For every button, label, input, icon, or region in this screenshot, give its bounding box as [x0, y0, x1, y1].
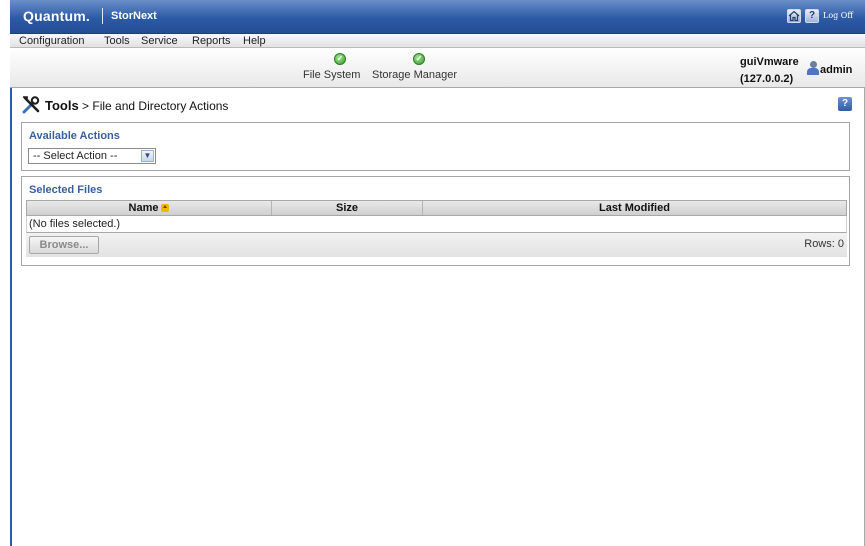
tools-icon	[21, 95, 41, 115]
host-ip: (127.0.0.2)	[740, 73, 794, 85]
tools-icon-glyph	[22, 96, 40, 114]
help-icon[interactable]: ?	[805, 9, 819, 23]
menu-tools[interactable]: Tools	[104, 35, 130, 47]
sort-ascending-icon[interactable]	[161, 204, 170, 212]
available-actions-panel: Available Actions -- Select Action -- ▼	[21, 122, 850, 171]
quantum-logo: Quantum.	[23, 8, 90, 24]
column-header-last-modified[interactable]: Last Modified	[423, 201, 846, 215]
table-row: (No files selected.)	[26, 216, 847, 233]
status-file-system[interactable]: File System	[303, 69, 360, 81]
column-header-name[interactable]: Name	[27, 201, 272, 215]
status-bar: ✓ File System ✓ Storage Manager guiVmwar…	[10, 48, 865, 88]
main-content: Tools > File and Directory Actions ? Ava…	[10, 88, 865, 546]
select-action-dropdown[interactable]: -- Select Action -- ▼	[28, 148, 156, 164]
host-info: guiVmware (127.0.0.2)	[740, 54, 799, 88]
menu-help[interactable]: Help	[243, 35, 266, 47]
help-icon[interactable]: ?	[838, 97, 852, 111]
home-icon-glyph	[788, 10, 800, 22]
empty-message: (No files selected.)	[29, 218, 121, 230]
browse-button[interactable]: Browse...	[29, 236, 99, 254]
home-icon[interactable]	[787, 9, 801, 23]
available-actions-heading: Available Actions	[29, 130, 120, 142]
column-name-label: Name	[128, 202, 159, 214]
column-header-size[interactable]: Size	[272, 201, 423, 215]
product-name: StorNext	[111, 10, 157, 22]
page-title-section: Tools	[45, 98, 79, 113]
page-title: Tools > File and Directory Actions	[45, 98, 228, 113]
table-header: Name Size Last Modified	[26, 200, 847, 216]
logoff-link[interactable]: Log Off	[823, 11, 853, 20]
host-name: guiVmware	[740, 56, 799, 68]
selected-files-heading: Selected Files	[29, 184, 103, 196]
select-action-value: -- Select Action --	[33, 150, 118, 162]
username: admin	[820, 64, 853, 76]
brand-divider	[102, 8, 103, 24]
title-bar: Quantum. StorNext ? Log Off	[10, 0, 865, 34]
menu-reports[interactable]: Reports	[192, 35, 231, 47]
chevron-down-icon[interactable]: ▼	[141, 150, 154, 162]
status-storage-manager[interactable]: Storage Manager	[372, 69, 457, 81]
table-footer: Browse... Rows: 0	[26, 233, 847, 257]
rows-count: Rows: 0	[804, 238, 844, 250]
selected-files-panel: Selected Files Name Size Last Modified (…	[21, 176, 850, 266]
menu-bar: Configuration Tools Service Reports Help	[10, 34, 865, 48]
check-circle-icon[interactable]: ✓	[334, 53, 346, 65]
user-icon	[807, 61, 819, 75]
check-circle-icon[interactable]: ✓	[413, 53, 425, 65]
menu-configuration[interactable]: Configuration	[19, 35, 84, 47]
menu-service[interactable]: Service	[141, 35, 178, 47]
page-title-path: > File and Directory Actions	[78, 99, 229, 113]
